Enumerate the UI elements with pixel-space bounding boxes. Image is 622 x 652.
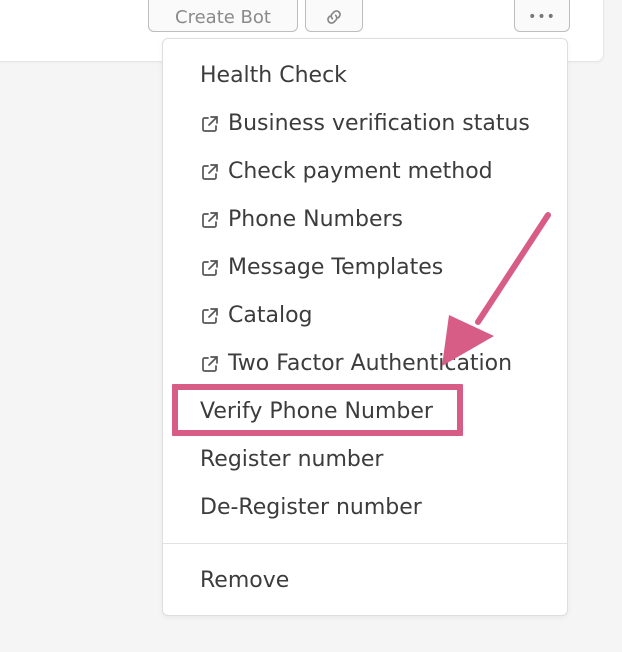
link-icon xyxy=(327,10,341,24)
external-link-icon xyxy=(202,260,218,276)
menu-item-catalog[interactable]: Catalog xyxy=(200,300,313,332)
link-button[interactable] xyxy=(305,0,363,32)
menu-item-label: Remove xyxy=(200,568,290,593)
menu-item-label: De-Register number xyxy=(200,495,422,520)
menu-item-label: Verify Phone Number xyxy=(200,399,433,424)
create-bot-label: Create Bot xyxy=(175,6,271,28)
menu-item-label: Health Check xyxy=(200,63,347,88)
more-horizontal-icon: ••• xyxy=(528,9,556,25)
external-link-icon xyxy=(202,356,218,372)
menu-item-label: Catalog xyxy=(228,303,313,328)
menu-item-message-templates[interactable]: Message Templates xyxy=(200,252,443,284)
menu-item-de-register-number[interactable]: De-Register number xyxy=(200,492,422,524)
create-bot-button[interactable]: Create Bot xyxy=(148,0,298,32)
menu-item-label: Register number xyxy=(200,447,384,472)
external-link-icon xyxy=(202,164,218,180)
external-link-icon xyxy=(202,116,218,132)
menu-item-label: Business verification status xyxy=(228,111,530,136)
menu-item-business-verification-status[interactable]: Business verification status xyxy=(200,108,530,140)
menu-item-two-factor-authentication[interactable]: Two Factor Authentication xyxy=(200,348,512,380)
more-options-button[interactable]: ••• xyxy=(514,0,570,32)
menu-item-health-check[interactable]: Health Check xyxy=(200,60,347,92)
menu-item-label: Message Templates xyxy=(228,255,444,280)
menu-item-label: Phone Numbers xyxy=(228,207,403,232)
actions-dropdown-menu: Health Check Business verification statu… xyxy=(162,38,568,616)
menu-item-label: Check payment method xyxy=(228,159,493,184)
external-link-icon xyxy=(202,212,218,228)
external-link-icon xyxy=(202,308,218,324)
menu-item-verify-phone-number[interactable]: Verify Phone Number xyxy=(200,396,433,428)
menu-item-phone-numbers[interactable]: Phone Numbers xyxy=(200,204,403,236)
menu-item-register-number[interactable]: Register number xyxy=(200,444,383,476)
menu-item-check-payment-method[interactable]: Check payment method xyxy=(200,156,493,188)
menu-item-label: Two Factor Authentication xyxy=(228,351,513,376)
menu-item-remove[interactable]: Remove xyxy=(200,565,289,597)
menu-divider xyxy=(163,543,567,544)
